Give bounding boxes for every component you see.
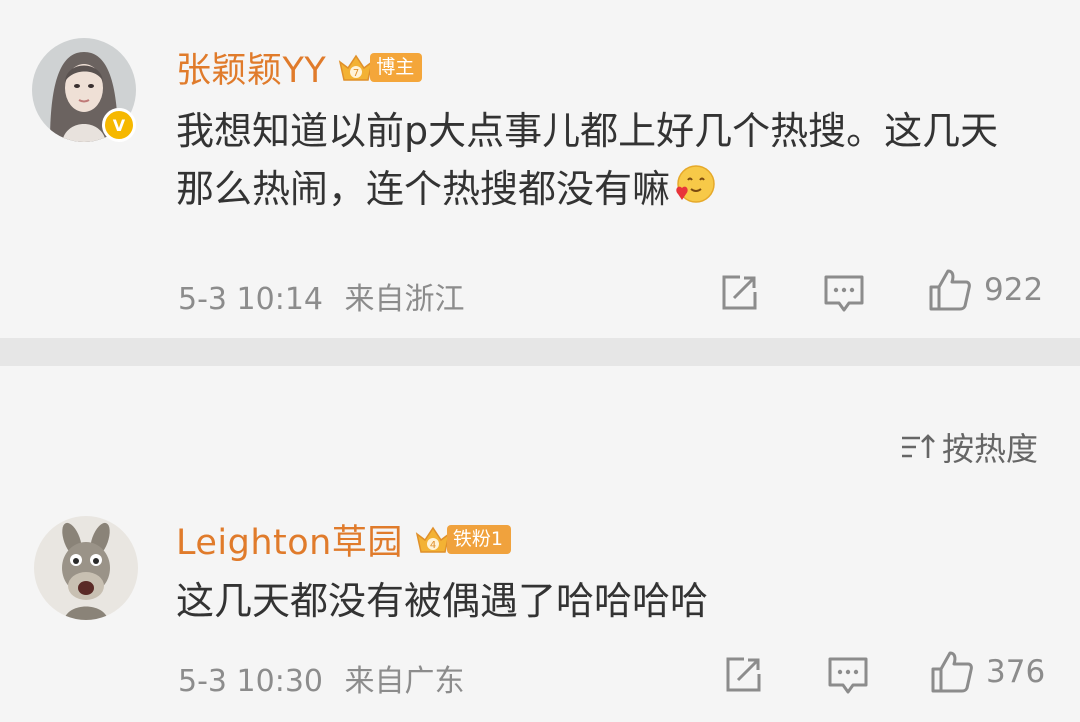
thumbs-up-icon (929, 269, 971, 311)
post-timestamp: 5-3 10:14 (178, 282, 323, 317)
fan-badge[interactable]: 7 博主 (336, 48, 423, 88)
like-button[interactable]: 922 (928, 268, 1043, 312)
smile-heart-emoji (676, 165, 715, 203)
post-card: V 张颖颖YY 7 博主 我想知道以前p大点事儿都上好几个热搜。这几天 那么热闹… (0, 0, 1080, 338)
svg-text:4: 4 (430, 540, 436, 551)
iron-fan-badge[interactable]: 4 铁粉1 (413, 520, 511, 560)
comment-location: 来自广东 (344, 664, 465, 699)
commenter-avatar[interactable] (34, 516, 138, 620)
donkey-avatar-image (34, 516, 138, 620)
svg-text:7: 7 (353, 68, 359, 79)
post-content: 我想知道以前p大点事儿都上好几个热搜。这几天 那么热闹，连个热搜都没有嘛 (176, 102, 998, 218)
sort-icon (902, 434, 935, 458)
fan-tag: 博主 (370, 53, 423, 82)
comment-content: 这几天都没有被偶遇了哈哈哈哈 (176, 579, 709, 623)
comment-reply-button[interactable] (827, 656, 869, 696)
comment-icon (828, 657, 868, 694)
comment-button[interactable] (823, 274, 865, 314)
post-location: 来自浙江 (344, 282, 465, 317)
like-count: 922 (984, 272, 1044, 308)
thumbs-up-icon (931, 651, 973, 693)
comment-timestamp: 5-3 10:30 (178, 664, 323, 699)
commenter-name[interactable]: Leighton草园 (176, 514, 403, 565)
post-content-line-2: 那么热闹，连个热搜都没有嘛 (176, 160, 998, 218)
commenter-row: Leighton草园 4 铁粉1 (176, 514, 511, 565)
verified-badge-icon: V (102, 108, 136, 142)
sort-by-hot-button[interactable]: 按热度 (900, 424, 1038, 470)
post-content-line: 我想知道以前p大点事儿都上好几个热搜。这几天 (176, 109, 999, 153)
comment-meta: 5-3 10:30 来自广东 (178, 656, 465, 700)
repost-button[interactable] (718, 272, 760, 314)
author-row: 张颖颖YY 7 博主 (176, 42, 423, 93)
comment-like-button[interactable]: 376 (930, 650, 1045, 694)
post-content-line: 那么热闹，连个热搜都没有嘛 (176, 167, 671, 211)
section-divider (0, 338, 1080, 366)
fan-tag: 铁粉1 (446, 525, 511, 554)
comment-repost-button[interactable] (722, 654, 764, 696)
sort-label: 按热度 (942, 430, 1039, 468)
share-icon (722, 275, 757, 310)
comments-section: 按热度 Leighton草园 4 铁粉1 这几天都没有被偶遇了哈哈哈哈 5-3 … (0, 366, 1080, 722)
comment-icon (824, 275, 864, 312)
share-icon (726, 657, 761, 692)
post-meta: 5-3 10:14 来自浙江 (178, 274, 465, 318)
comment-like-count: 376 (986, 654, 1046, 690)
author-name[interactable]: 张颖颖YY (176, 42, 326, 93)
